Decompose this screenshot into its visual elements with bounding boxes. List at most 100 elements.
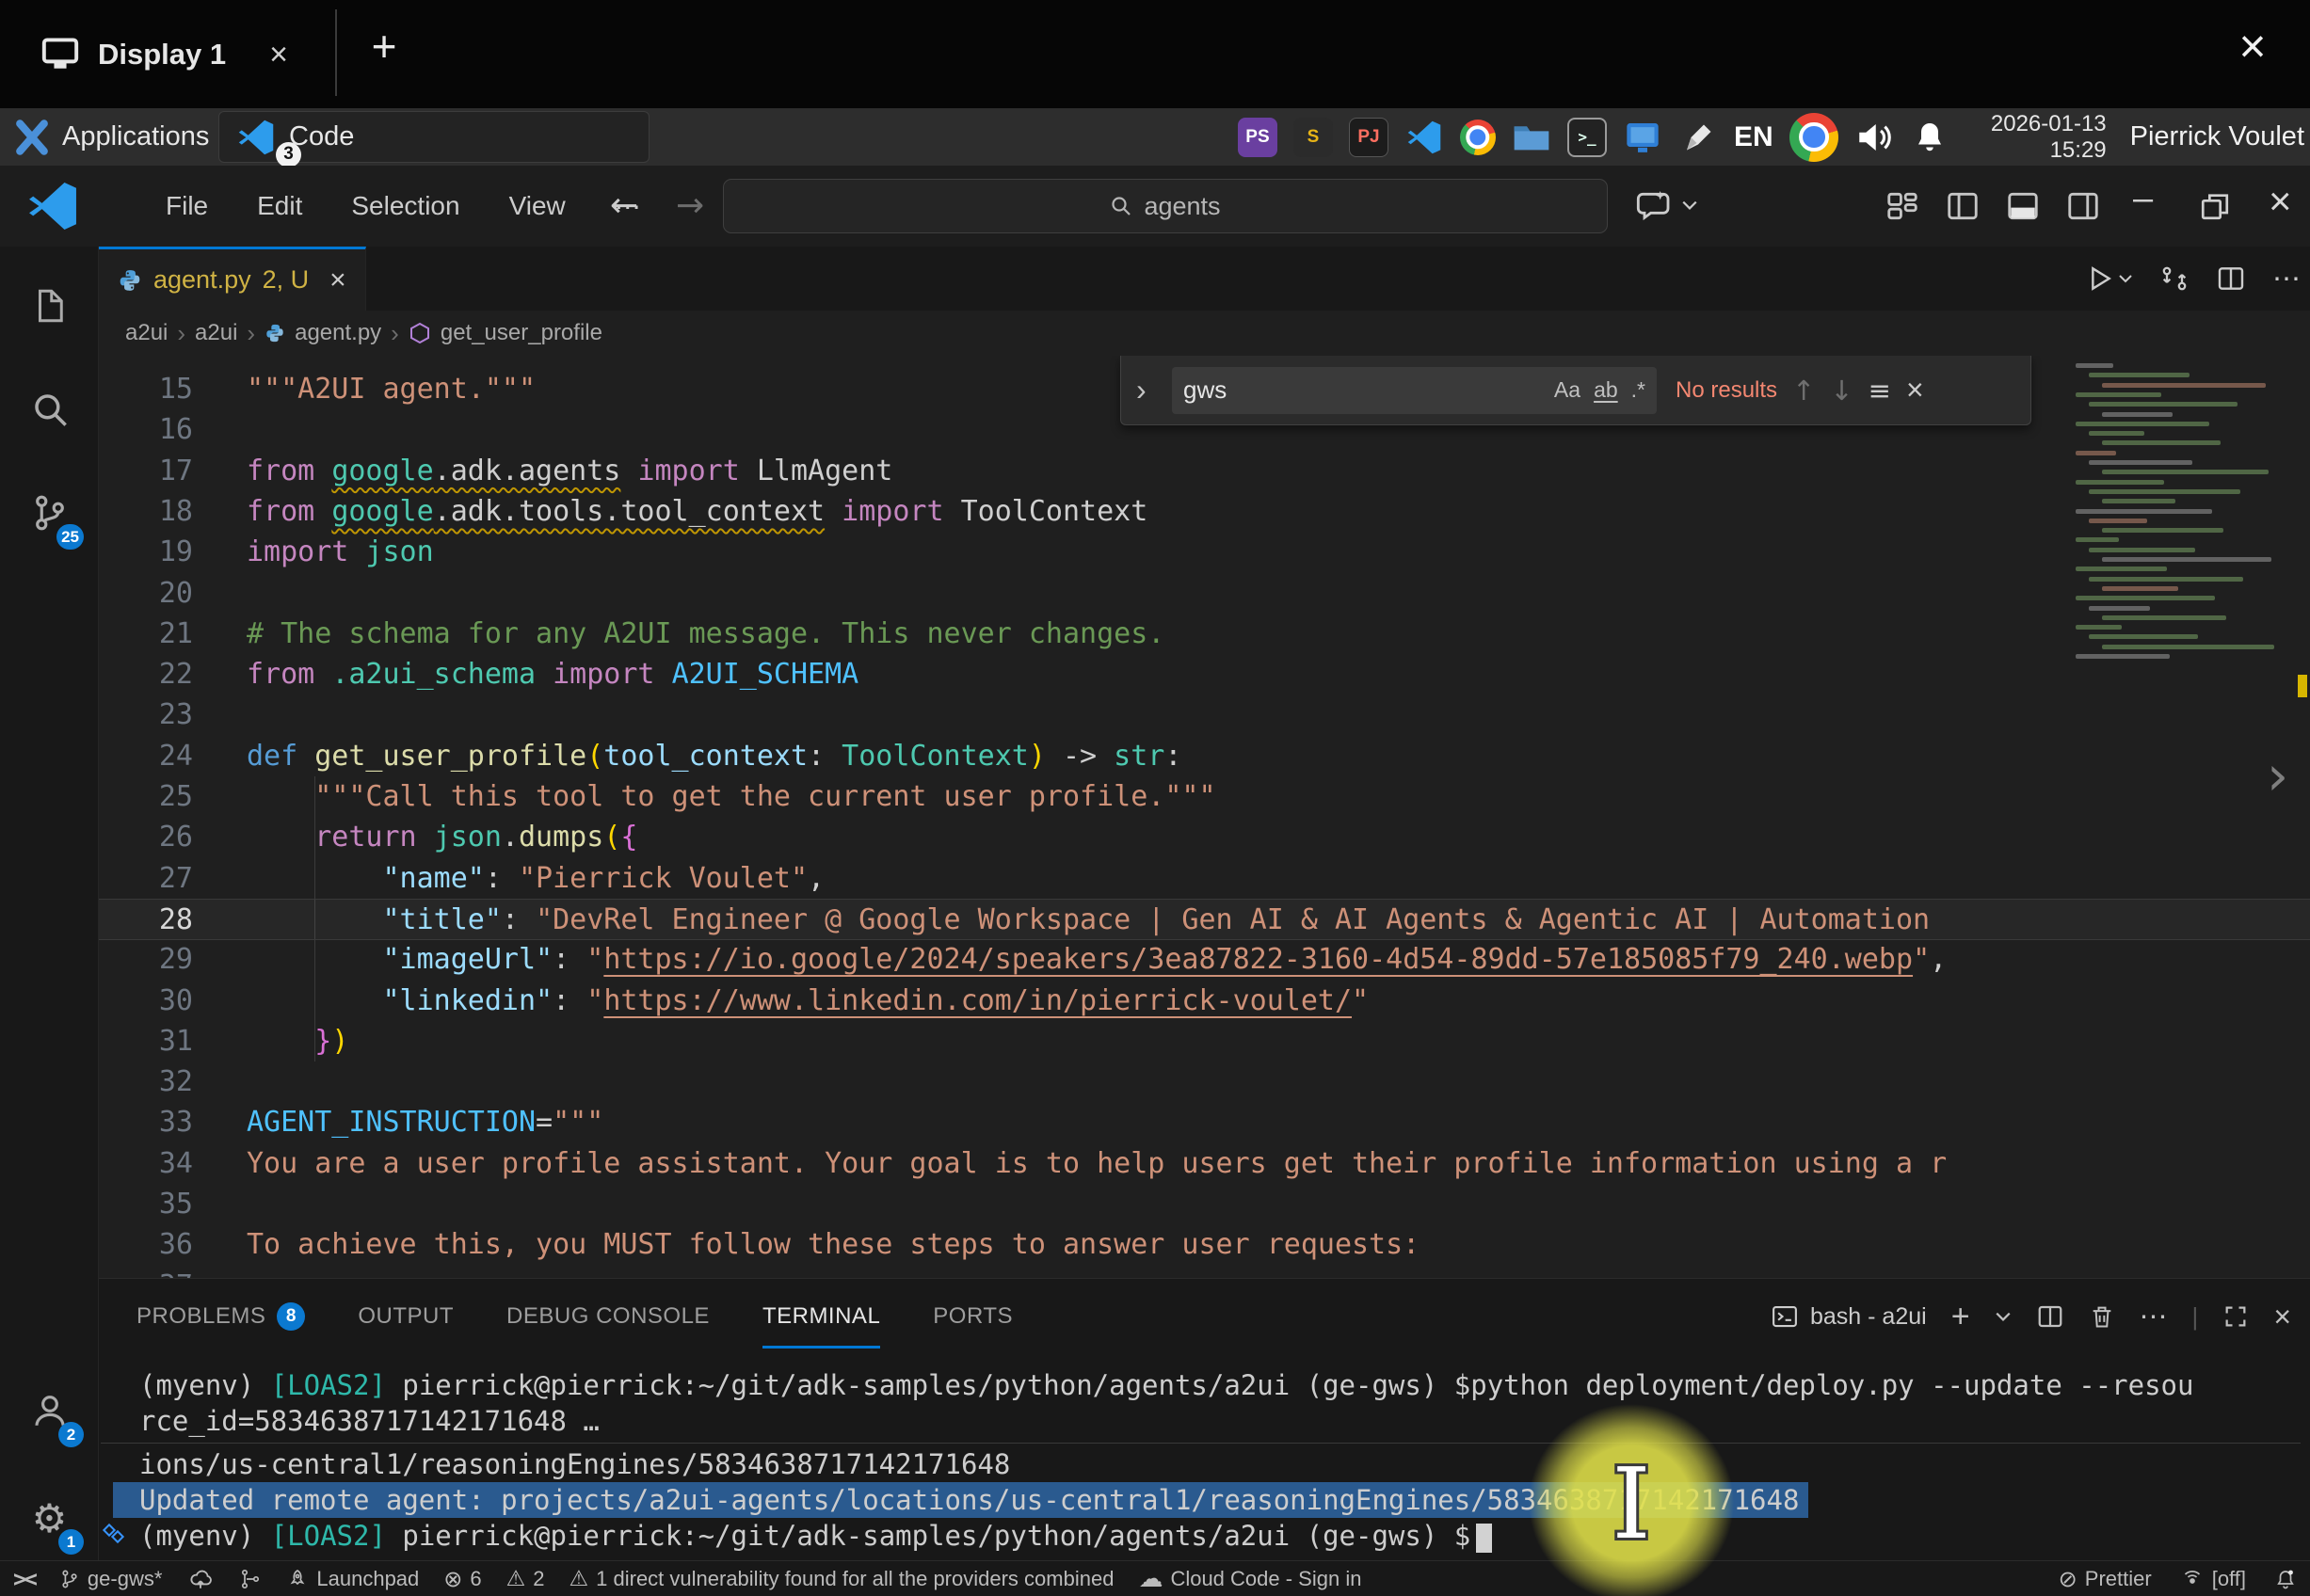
remote-display-tab[interactable]: Display 1 × — [19, 13, 311, 96]
tab-agent-py[interactable]: agent.py 2, U × — [99, 247, 366, 311]
publish-changes[interactable] — [186, 1567, 215, 1591]
prettier-status[interactable]: ⊘Prettier — [2059, 1566, 2152, 1592]
menu-selection[interactable]: Selection — [327, 191, 484, 221]
remote-window-close-button[interactable]: × — [2220, 19, 2286, 73]
code-line-29: 29 "imageUrl": "https://io.google/2024/s… — [99, 939, 2310, 981]
file-manager-icon[interactable] — [1512, 118, 1551, 157]
kill-terminal-icon[interactable] — [2089, 1302, 2115, 1331]
ide-icon[interactable]: PJ — [1349, 118, 1388, 157]
code-line-20: 20 — [99, 573, 2310, 614]
git-branch[interactable]: ge-gws* — [59, 1567, 162, 1591]
panel-more-actions-icon[interactable]: ⋯ — [2140, 1301, 2168, 1333]
remote-indicator[interactable]: >< — [13, 1566, 35, 1592]
command-center-search[interactable]: agents — [723, 179, 1608, 233]
sublime-icon[interactable]: S — [1293, 118, 1333, 157]
terminal-tray-icon[interactable]: >_ — [1567, 118, 1607, 157]
new-terminal-button[interactable]: + — [1951, 1299, 1970, 1335]
run-python-file-button[interactable] — [2084, 263, 2133, 294]
find-close-button[interactable]: × — [1906, 373, 1924, 407]
remote-tab-title: Display 1 — [98, 38, 226, 72]
minimap-line — [2089, 431, 2144, 436]
sidebar-item-accounts[interactable]: 2 — [0, 1368, 99, 1453]
split-editor-icon[interactable] — [2216, 263, 2246, 294]
find-expand-icon[interactable]: › — [1136, 373, 1157, 407]
minimap-line — [2076, 451, 2116, 455]
window-minimize-button[interactable]: – — [2133, 179, 2153, 219]
toggle-panel-icon[interactable] — [2005, 188, 2041, 224]
search-icon — [1110, 195, 1132, 217]
screencast-mode[interactable]: [off] — [2180, 1567, 2246, 1591]
notifications-bell[interactable] — [2274, 1567, 2297, 1591]
language-indicator[interactable]: EN — [1734, 121, 1773, 153]
maximize-panel-icon[interactable] — [2222, 1303, 2249, 1330]
menu-edit[interactable]: Edit — [233, 191, 327, 221]
more-actions-icon[interactable]: ⋯ — [2272, 263, 2301, 295]
breadcrumb-item[interactable]: get_user_profile — [441, 320, 602, 346]
status-label: 6 — [470, 1567, 481, 1591]
panel-tab-terminal[interactable]: TERMINAL — [762, 1279, 880, 1354]
vscode-tray-icon[interactable] — [1404, 118, 1444, 157]
terminal-line: ions/us-central1/reasoningEngines/583463… — [139, 1446, 2301, 1482]
terminal-line: (myenv) [LOAS2] pierrick@pierrick:~/git/… — [139, 1367, 2301, 1403]
rocket-icon — [286, 1567, 309, 1591]
jetbrains-ide-icon[interactable]: PS — [1238, 118, 1277, 157]
sidebar-item-source-control[interactable]: 25 — [0, 471, 99, 555]
overview-ruler-warning-marker — [2298, 675, 2307, 697]
breadcrumb-item[interactable]: a2ui — [125, 320, 168, 346]
launchpad[interactable]: Launchpad — [286, 1567, 419, 1591]
window-restore-button[interactable] — [2199, 190, 2231, 222]
minimap[interactable] — [2066, 356, 2302, 671]
toggle-secondary-sidebar-icon[interactable] — [2065, 188, 2101, 224]
menu-file[interactable]: File — [141, 191, 233, 221]
problems-warnings[interactable]: ⚠2 — [506, 1567, 545, 1591]
tab-close-icon[interactable]: × — [329, 264, 346, 296]
git-graph[interactable] — [239, 1567, 262, 1591]
code-editor[interactable]: 15"""A2UI agent."""1617from google.adk.a… — [99, 356, 2310, 1278]
taskbar-code-window-button[interactable]: 3 Code — [218, 111, 650, 163]
find-in-selection-button[interactable]: ≡ — [1869, 375, 1891, 407]
terminal-instance[interactable]: bash - a2ui — [1771, 1302, 1927, 1331]
chrome-icon-large[interactable] — [1789, 113, 1838, 162]
applications-menu-button[interactable]: Applications — [6, 108, 249, 166]
panel-tab-ports[interactable]: PORTS — [933, 1279, 1013, 1354]
panel-tab-debug-console[interactable]: DEBUG CONSOLE — [506, 1279, 710, 1354]
taskbar-clock[interactable]: 2026-01-13 15:29 — [1965, 111, 2107, 163]
panel-tab-output[interactable]: OUTPUT — [358, 1279, 454, 1354]
stylus-icon[interactable] — [1678, 118, 1718, 157]
notifications-tray-icon[interactable] — [1910, 118, 1949, 157]
copilot-chat-button[interactable] — [1634, 186, 1698, 224]
regex-toggle[interactable]: .* — [1631, 377, 1645, 403]
split-terminal-icon[interactable] — [2036, 1302, 2064, 1331]
whole-word-toggle[interactable]: ab — [1594, 377, 1618, 403]
remote-tab-close-icon[interactable]: × — [269, 37, 288, 73]
branch-icon — [59, 1567, 80, 1591]
problems-errors[interactable]: ⊗6 — [443, 1566, 481, 1592]
find-next-button[interactable]: ↓ — [1830, 375, 1853, 407]
volume-icon[interactable] — [1854, 118, 1894, 157]
terminal-dropdown-icon[interactable] — [1995, 1310, 2012, 1323]
match-case-toggle[interactable]: Aa — [1554, 377, 1580, 403]
display-settings-icon[interactable] — [1623, 118, 1662, 157]
find-input[interactable]: gws Aa ab .* — [1172, 367, 1657, 414]
sidebar-item-settings[interactable]: ⚙ 1 — [0, 1476, 99, 1560]
window-close-button[interactable]: × — [2269, 179, 2292, 224]
customize-layout-icon[interactable] — [1885, 188, 1920, 224]
minimap-line — [2076, 596, 2215, 600]
close-panel-icon[interactable]: × — [2273, 1300, 2291, 1334]
toggle-primary-sidebar-icon[interactable] — [1945, 188, 1981, 224]
nav-back-button[interactable]: ← — [610, 186, 638, 225]
sidebar-item-explorer[interactable] — [0, 263, 99, 348]
find-previous-button[interactable]: ↑ — [1792, 375, 1815, 407]
sidebar-item-search[interactable] — [0, 367, 99, 452]
vulnerability-status[interactable]: ⚠1 direct vulnerability found for all th… — [569, 1567, 1115, 1591]
nav-forward-button[interactable]: → — [676, 186, 704, 225]
menu-view[interactable]: View — [485, 191, 590, 221]
breadcrumb-item[interactable]: a2ui — [195, 320, 237, 346]
cloud-code-signin[interactable]: ☁Cloud Code - Sign in — [1138, 1565, 1361, 1593]
slash-icon: ⊘ — [2059, 1566, 2077, 1592]
panel-tab-problems[interactable]: PROBLEMS8 — [136, 1279, 305, 1354]
open-changes-icon[interactable] — [2159, 263, 2190, 294]
new-remote-tab-button[interactable]: + — [356, 21, 412, 72]
chrome-icon[interactable] — [1460, 120, 1496, 155]
breadcrumb-item[interactable]: agent.py — [295, 320, 381, 346]
